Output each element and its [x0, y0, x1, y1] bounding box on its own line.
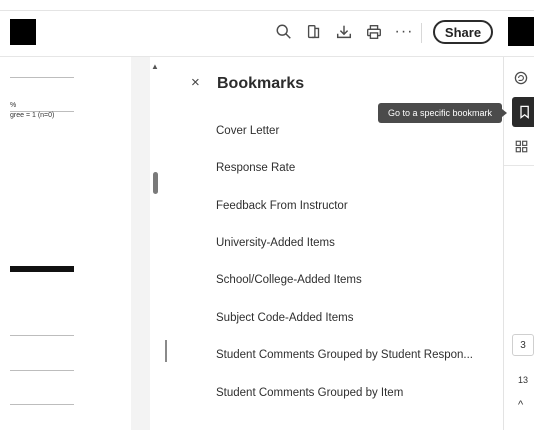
share-button[interactable]: Share	[433, 20, 493, 44]
logo-block	[10, 19, 36, 45]
rule-line	[10, 370, 74, 371]
tooltip-arrow	[502, 109, 507, 117]
thumbnails-icon[interactable]	[512, 137, 530, 155]
doc-text-scale: gree = 1 (n=0)	[10, 112, 55, 119]
profile-block	[508, 17, 534, 46]
rule-line	[10, 335, 74, 336]
more-icon[interactable]: ···	[394, 22, 414, 42]
bookmark-item[interactable]: Feedback From Instructor	[216, 198, 348, 214]
rule-line	[10, 404, 74, 405]
doc-text-percent: %	[10, 102, 17, 109]
right-rail: 3 13 ^	[503, 57, 534, 430]
rail-divider	[504, 165, 534, 166]
print-icon[interactable]	[364, 22, 384, 42]
toolbar-divider	[421, 23, 422, 43]
more-label: ···	[394, 23, 414, 40]
download-icon[interactable]	[334, 22, 354, 42]
page-up-button[interactable]: ^	[518, 399, 523, 411]
comment-icon[interactable]	[512, 69, 530, 87]
panel-title: Bookmarks	[217, 75, 305, 92]
rule-line	[10, 77, 74, 78]
panel-resize-handle[interactable]	[165, 340, 167, 362]
bookmark-item[interactable]: School/College-Added Items	[216, 272, 362, 288]
page-gutter	[131, 57, 150, 430]
current-page-input[interactable]: 3	[512, 334, 534, 356]
bookmark-item[interactable]: Student Comments Grouped by Item	[216, 385, 403, 401]
bookmark-item[interactable]: Response Rate	[216, 160, 295, 176]
page-layout-icon[interactable]	[304, 22, 324, 42]
close-icon[interactable]: ×	[191, 74, 200, 92]
search-icon[interactable]	[274, 22, 294, 42]
tooltip-text: Go to a specific bookmark	[387, 108, 493, 118]
top-toolbar: ··· Share	[0, 0, 534, 57]
document-scrollbar-thumb[interactable]	[153, 172, 158, 194]
window-edge	[0, 10, 534, 11]
bookmark-item[interactable]: Student Comments Grouped by Student Resp…	[216, 347, 473, 363]
document-page: % gree = 1 (n=0)	[0, 57, 150, 430]
scroll-up-arrow[interactable]: ▲	[151, 62, 159, 71]
bookmark-icon[interactable]	[512, 97, 534, 127]
total-pages: 13	[518, 375, 529, 385]
bookmark-item[interactable]: Subject Code-Added Items	[216, 310, 353, 326]
bookmark-item[interactable]: Cover Letter	[216, 123, 279, 139]
bookmark-tooltip: Go to a specific bookmark	[378, 103, 507, 123]
table-rule-thick	[10, 266, 74, 272]
bookmark-item[interactable]: University-Added Items	[216, 235, 335, 251]
